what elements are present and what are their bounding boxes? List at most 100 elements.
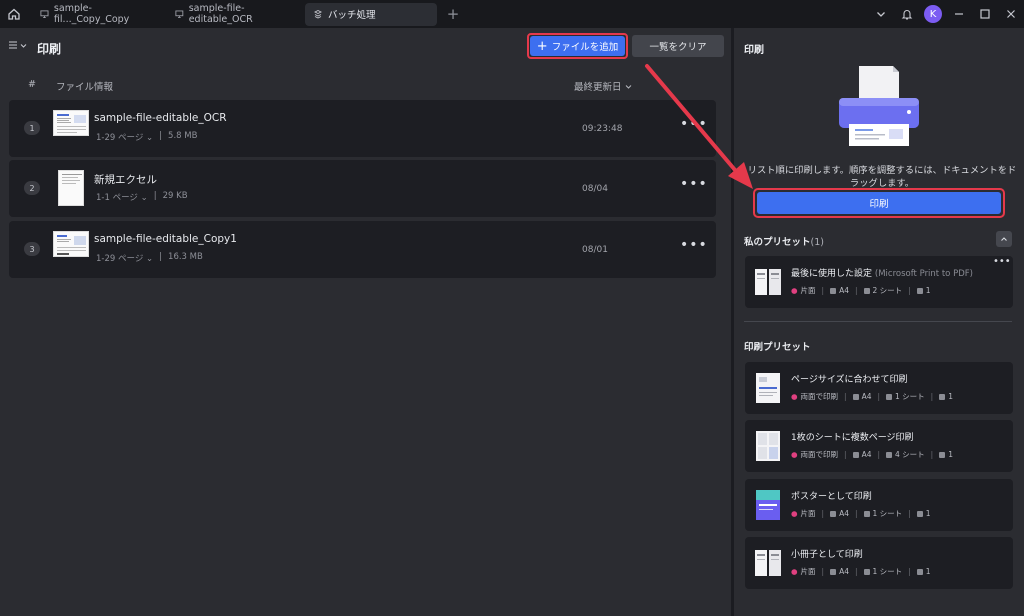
divider	[744, 321, 1012, 322]
chevron-down-button[interactable]	[868, 0, 894, 28]
sheet-icon	[863, 287, 870, 294]
print-button[interactable]: 印刷	[757, 192, 1001, 214]
color-icon: ●	[791, 392, 798, 401]
chevron-up-icon	[1001, 237, 1007, 241]
preset-thumbnail	[755, 550, 781, 576]
preset-thumbnail	[756, 373, 780, 403]
tab-label: バッチ処理	[328, 10, 376, 21]
color-icon: ●	[791, 509, 798, 518]
printer-illustration-icon	[839, 66, 919, 146]
file-size: 29 KB	[162, 191, 188, 201]
column-header-label: 最終更新日	[574, 82, 622, 93]
chevron-down-icon	[625, 84, 631, 89]
new-tab-button[interactable]: +	[443, 5, 463, 23]
monitor-icon	[175, 10, 184, 18]
title-bar: sample-fil..._Copy_Copy sample-file-edit…	[0, 0, 1024, 28]
modified-date: 08/01	[582, 245, 608, 255]
paper-icon	[852, 451, 859, 458]
notification-button[interactable]	[894, 0, 920, 28]
bell-icon	[901, 9, 913, 20]
more-options-button[interactable]: •••	[680, 176, 708, 192]
file-row[interactable]: 3 sample-file-editable_Copy1 1-29 ページ ⌄ …	[9, 221, 716, 278]
page-range-select[interactable]: 1-1 ページ ⌄	[96, 191, 148, 203]
column-header-number: #	[28, 79, 36, 90]
paper-icon	[830, 510, 837, 517]
file-meta: 1-29 ページ ⌄ | 5.8 MB	[96, 131, 198, 143]
sheet-icon	[886, 393, 893, 400]
more-options-button[interactable]: •••	[993, 256, 1011, 267]
my-presets-title: 私のプリセット(1)	[744, 237, 824, 248]
avatar[interactable]: K	[924, 5, 942, 23]
monitor-icon	[40, 10, 49, 19]
preset-name: ポスターとして印刷	[791, 492, 872, 502]
file-name: sample-file-editable_OCR	[94, 112, 227, 124]
file-row[interactable]: 2 新規エクセル 1-1 ページ ⌄ | 29 KB 08/04 •••	[9, 160, 716, 217]
minimize-icon	[955, 13, 963, 15]
preset-thumbnail	[756, 431, 780, 461]
preset-meta: ● 片面 | A4 | 1 シート | 1	[791, 567, 931, 576]
file-size: 16.3 MB	[168, 252, 203, 262]
preset-name: ページサイズに合わせて印刷	[791, 375, 908, 385]
preset-name: 小冊子として印刷	[791, 550, 863, 560]
page-range-select[interactable]: 1-29 ページ ⌄	[96, 252, 153, 264]
plus-icon: +	[536, 38, 548, 54]
preset-meta: ● 両面で印刷 | A4 | 1 シート | 1	[791, 392, 953, 401]
clear-list-button[interactable]: 一覧をクリア	[632, 35, 724, 57]
color-icon: ●	[791, 286, 798, 295]
preset-thumbnail	[755, 269, 781, 295]
sheet-icon	[886, 451, 893, 458]
preset-thumbnail	[756, 490, 780, 520]
collapse-button[interactable]	[996, 231, 1012, 247]
preset-card-last-used[interactable]: 最後に使用した設定 (Microsoft Print to PDF) ● 片面 | …	[745, 256, 1013, 308]
modified-date: 08/04	[582, 184, 608, 194]
print-panel-title: 印刷	[744, 45, 764, 56]
paper-icon	[830, 568, 837, 575]
close-button[interactable]	[998, 0, 1024, 28]
sheet-icon	[863, 568, 870, 575]
copies-icon	[916, 287, 923, 294]
page-title: 印刷	[37, 42, 62, 56]
file-list-panel: 印刷 + ファイルを追加 一覧をクリア # ファイル情報 最終更新日 1 sam…	[0, 28, 731, 616]
preset-name: 1枚のシートに複数ページ印刷	[791, 433, 914, 443]
color-icon: ●	[791, 567, 798, 576]
preset-meta: ● 両面で印刷 | A4 | 4 シート | 1	[791, 450, 953, 459]
print-description: リスト順に印刷します。順序を調整するには、ドキュメントをドラッグします。	[747, 165, 1017, 189]
copies-icon	[939, 451, 946, 458]
copies-icon	[916, 568, 923, 575]
home-button[interactable]	[0, 0, 28, 28]
tab-label: sample-file-editable_OCR	[188, 3, 253, 25]
preset-name: 最後に使用した設定 (Microsoft Print to PDF)	[791, 269, 973, 279]
paper-icon	[830, 287, 837, 294]
preset-card-booklet[interactable]: 小冊子として印刷 ● 片面 | A4 | 1 シート | 1	[745, 537, 1013, 589]
preset-card-multi-page[interactable]: 1枚のシートに複数ページ印刷 ● 両面で印刷 | A4 | 4 シート | 1	[745, 420, 1013, 472]
tab-batch-process[interactable]: バッチ処理	[305, 2, 437, 26]
preset-meta: ● 片面 | A4 | 1 シート | 1	[791, 509, 931, 518]
file-meta: 1-29 ページ ⌄ | 16.3 MB	[96, 252, 203, 264]
my-presets-count: (1)	[810, 237, 824, 248]
tab-document-2[interactable]: sample-file-editable_OCR	[167, 3, 301, 26]
sheet-icon	[863, 510, 870, 517]
tab-document-1[interactable]: sample-fil..._Copy_Copy	[32, 3, 163, 26]
hamburger-icon	[9, 41, 17, 49]
add-file-button[interactable]: + ファイルを追加	[530, 36, 625, 56]
add-file-label: ファイルを追加	[551, 42, 619, 53]
more-options-button[interactable]: •••	[680, 116, 708, 132]
modified-date: 09:23:48	[582, 124, 623, 134]
menu-button[interactable]	[8, 40, 27, 50]
maximize-icon	[980, 9, 990, 19]
file-name: 新規エクセル	[94, 174, 157, 186]
maximize-button[interactable]	[972, 0, 998, 28]
paper-icon	[852, 393, 859, 400]
preset-card-poster[interactable]: ポスターとして印刷 ● 片面 | A4 | 1 シート | 1	[745, 479, 1013, 531]
add-file-highlight: + ファイルを追加	[527, 33, 628, 59]
print-button-highlight: 印刷	[753, 188, 1005, 218]
file-row[interactable]: 1 sample-file-editable_OCR 1-29 ページ ⌄ | …	[9, 100, 716, 157]
close-icon	[1007, 10, 1015, 18]
page-range-select[interactable]: 1-29 ページ ⌄	[96, 131, 153, 143]
row-number: 3	[24, 242, 40, 256]
column-header-modified-date[interactable]: 最終更新日	[574, 79, 632, 93]
preset-card-fit-page[interactable]: ページサイズに合わせて印刷 ● 両面で印刷 | A4 | 1 シート | 1	[745, 362, 1013, 414]
tab-label: sample-fil..._Copy_Copy	[53, 3, 130, 25]
more-options-button[interactable]: •••	[680, 237, 708, 253]
minimize-button[interactable]	[946, 0, 972, 28]
